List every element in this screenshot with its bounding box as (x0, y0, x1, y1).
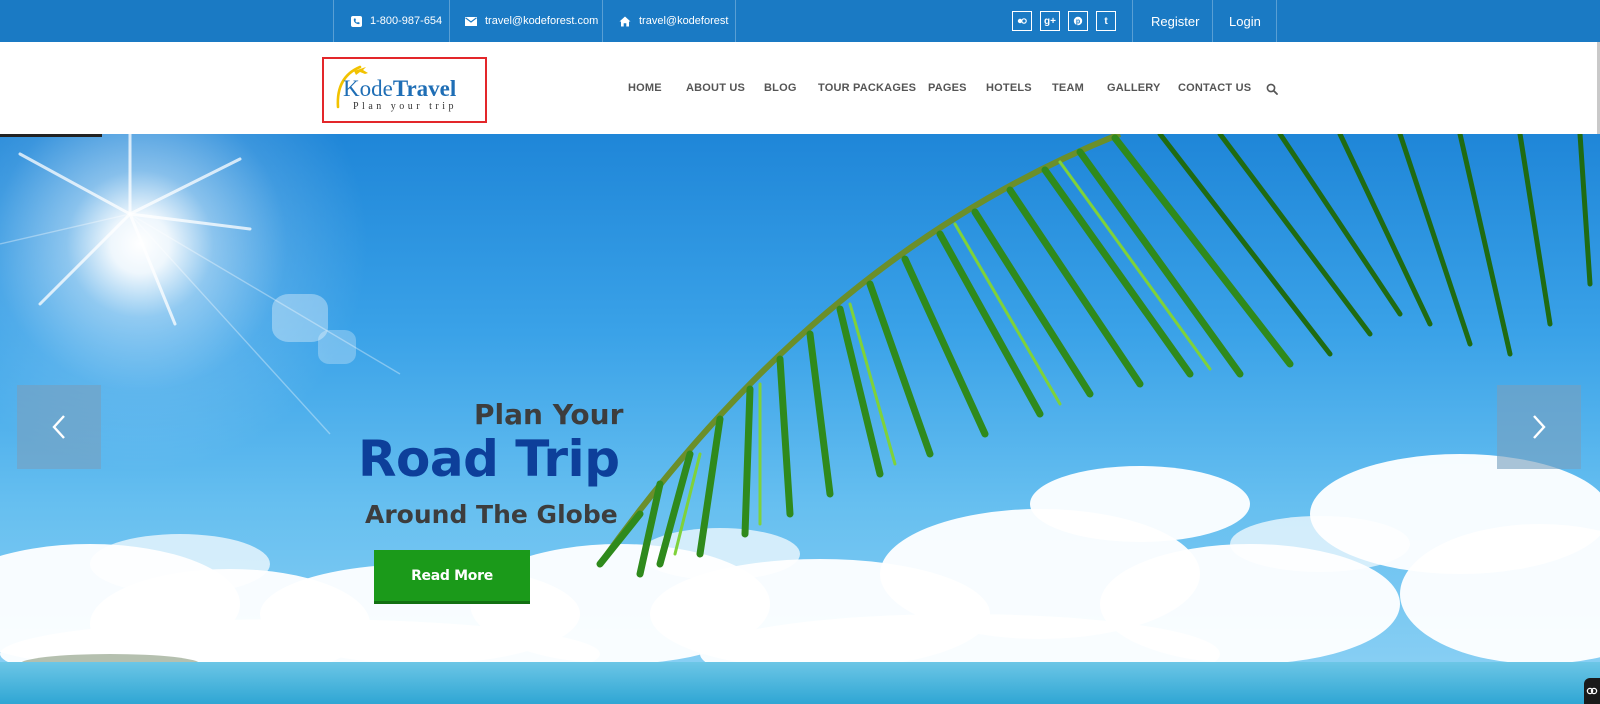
address-text: travel@kodeforest (639, 15, 729, 27)
phone-contact[interactable]: 1-800-987-654 (350, 0, 442, 42)
address-contact[interactable]: travel@kodeforest (619, 0, 728, 42)
nav-pages[interactable]: PAGES (928, 42, 967, 134)
email-contact[interactable]: travel@kodeforest.com (465, 0, 598, 42)
phone-icon (350, 15, 362, 27)
logo-word-light: Kode (343, 76, 393, 101)
top-bar-divider (1276, 0, 1277, 42)
palm-leaf-image (596, 134, 1593, 578)
top-bar-divider (602, 0, 603, 42)
slider-progress-bar (0, 134, 102, 137)
nav-about-us[interactable]: ABOUT US (686, 42, 745, 134)
top-bar-divider (333, 0, 334, 42)
tumblr-icon[interactable]: t (1096, 11, 1116, 31)
site-header: KodeTravel Plan your trip HOME ABOUT US … (0, 42, 1600, 134)
home-icon (619, 15, 631, 27)
nav-team[interactable]: TEAM (1052, 42, 1084, 134)
hero-caption-line3: Around The Globe (365, 500, 618, 529)
link-icon[interactable] (1584, 678, 1600, 704)
slider-prev-button[interactable] (17, 385, 101, 469)
top-bar-divider (735, 0, 736, 42)
read-more-button[interactable]: Read More (374, 550, 530, 604)
phone-text: 1-800-987-654 (370, 15, 443, 27)
nav-contact-us[interactable]: CONTACT US (1178, 42, 1251, 134)
chevron-right-icon (1533, 415, 1546, 439)
nav-home[interactable]: HOME (628, 42, 662, 134)
google-plus-icon[interactable]: g+ (1040, 11, 1060, 31)
pinterest-icon[interactable]: p (1068, 11, 1088, 31)
logo-tagline: Plan your trip (353, 101, 457, 112)
nav-tour-packages[interactable]: TOUR PACKAGES (818, 42, 916, 134)
register-link[interactable]: Register (1151, 0, 1199, 42)
top-bar-divider (449, 0, 450, 42)
chevron-left-icon (52, 415, 65, 439)
nav-blog[interactable]: BLOG (764, 42, 797, 134)
logo-wordmark: KodeTravel (343, 77, 456, 101)
svg-text:p: p (1076, 19, 1080, 26)
nav-hotels[interactable]: HOTELS (986, 42, 1032, 134)
login-link[interactable]: Login (1229, 0, 1261, 42)
slider-next-button[interactable] (1497, 385, 1581, 469)
hero-caption-line1: Plan Your (474, 398, 624, 431)
hero-slider: Plan Your Road Trip Around The Globe Rea… (0, 134, 1600, 704)
flickr-icon[interactable] (1012, 11, 1032, 31)
top-bar-divider (1212, 0, 1213, 42)
search-icon[interactable] (1266, 82, 1278, 100)
hero-caption-headline: Road Trip (358, 430, 620, 488)
envelope-icon (465, 15, 477, 27)
site-logo[interactable]: KodeTravel Plan your trip (322, 57, 487, 123)
top-bar-divider (1132, 0, 1133, 42)
nav-gallery[interactable]: GALLERY (1107, 42, 1161, 134)
top-bar: 1-800-987-654 travel@kodeforest.com trav… (0, 0, 1600, 42)
logo-word-bold: Travel (392, 76, 457, 101)
email-text: travel@kodeforest.com (485, 15, 599, 27)
